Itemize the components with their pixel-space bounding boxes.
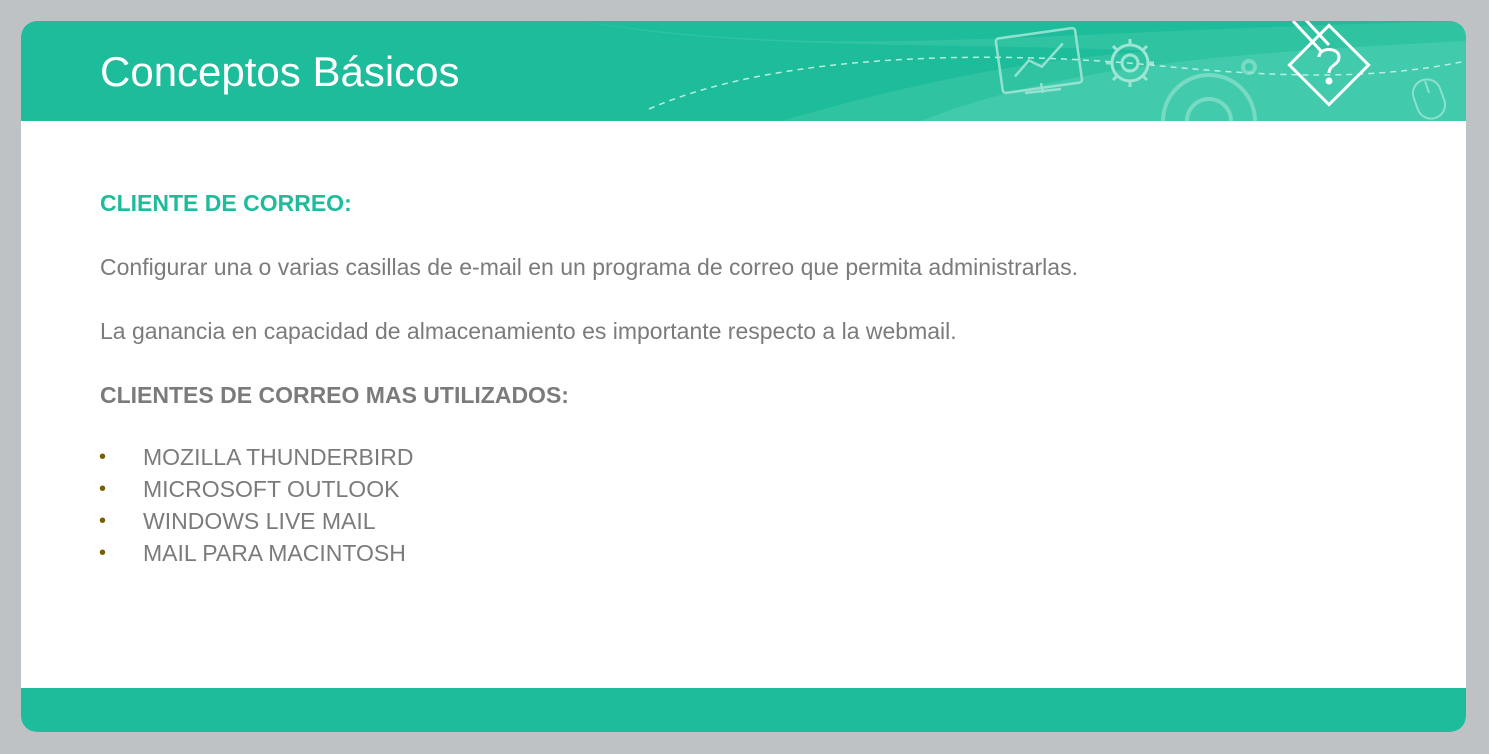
- section-heading: CLIENTE DE CORREO:: [100, 190, 352, 216]
- slide-footer-bar: [21, 688, 1466, 732]
- paragraph-configure: Configurar una o varias casillas de e-ma…: [100, 254, 1078, 280]
- slide-title: Conceptos Básicos: [100, 48, 460, 95]
- paragraph-storage: La ganancia en capacidad de almacenamien…: [100, 318, 957, 344]
- bullet-icon: •: [99, 478, 107, 500]
- list-item: • WINDOWS LIVE MAIL: [99, 505, 1400, 537]
- bullet-icon: •: [99, 542, 107, 564]
- list-item: • MOZILLA THUNDERBIRD: [99, 441, 1400, 473]
- bullet-icon: •: [99, 510, 107, 532]
- list-item-label: MOZILLA THUNDERBIRD: [143, 444, 414, 470]
- email-clients-list: • MOZILLA THUNDERBIRD • MICROSOFT OUTLOO…: [99, 441, 1400, 569]
- list-item: • MICROSOFT OUTLOOK: [99, 473, 1400, 505]
- slide-header: Conceptos Básicos: [21, 21, 1466, 121]
- list-item-label: WINDOWS LIVE MAIL: [143, 508, 376, 534]
- list-heading: CLIENTES DE CORREO MAS UTILIZADOS:: [100, 382, 569, 408]
- slide-content: CLIENTE DE CORREO: Configurar una o vari…: [99, 185, 1400, 569]
- list-item-label: MICROSOFT OUTLOOK: [143, 476, 400, 502]
- list-item: • MAIL PARA MACINTOSH: [99, 537, 1400, 569]
- list-item-label: MAIL PARA MACINTOSH: [143, 540, 406, 566]
- slide: Conceptos Básicos CLIENTE DE CORREO: Con…: [21, 21, 1466, 732]
- bullet-icon: •: [99, 446, 107, 468]
